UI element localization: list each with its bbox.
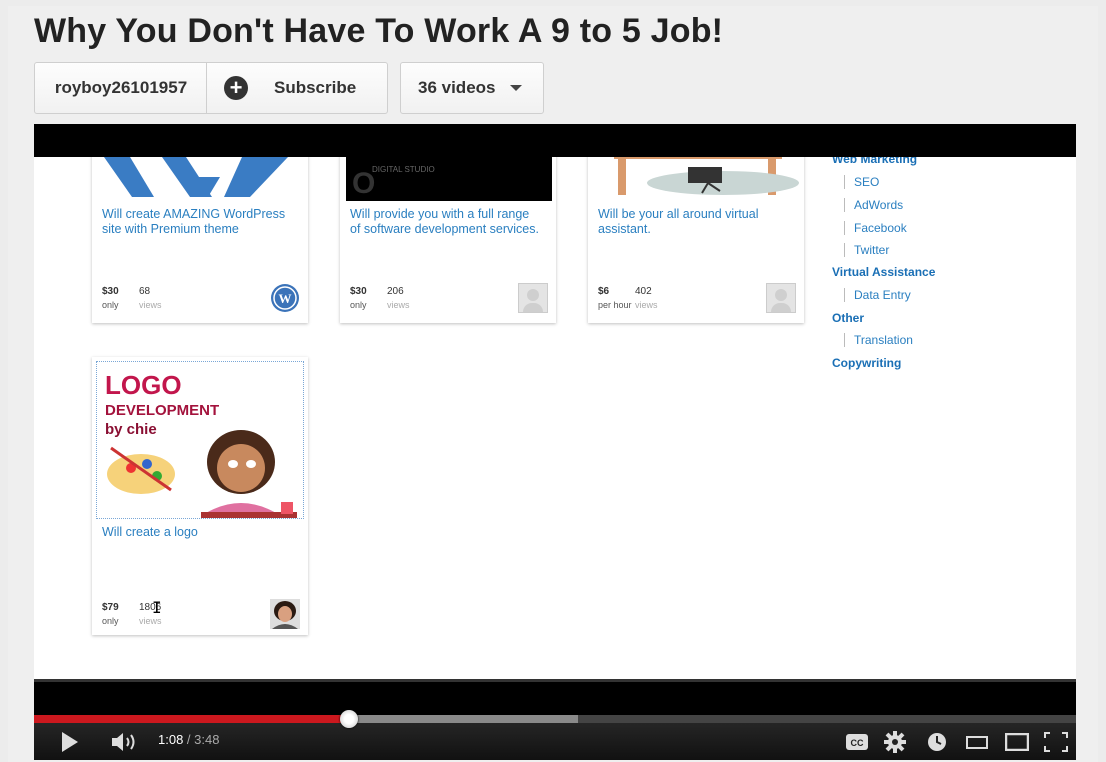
time-separator: / bbox=[183, 732, 195, 747]
gig-views: 68 bbox=[139, 286, 151, 297]
duration: 3:48 bbox=[194, 732, 220, 747]
gear-icon[interactable] bbox=[884, 731, 906, 753]
channel-name: royboy26101957 bbox=[54, 78, 188, 97]
video-letterbox bbox=[34, 679, 1076, 715]
video-player[interactable]: Will create AMAZING WordPress site with … bbox=[34, 124, 1076, 760]
gig-card: DIGITAL STUDIO O Will provide you with a… bbox=[340, 157, 556, 323]
artist-illustration bbox=[107, 430, 297, 518]
subcategory-facebook[interactable]: Facebook bbox=[844, 221, 907, 235]
gig-views-label: views bbox=[387, 300, 410, 310]
gig-views: 402 bbox=[635, 286, 652, 297]
subcategory-data-entry[interactable]: Data Entry bbox=[844, 288, 911, 302]
gig-card: Will create AMAZING WordPress site with … bbox=[92, 157, 308, 323]
logo-line-2: DEVELOPMENT bbox=[105, 402, 220, 419]
gig-price-unit: only bbox=[102, 616, 119, 626]
category-virtual-assistance[interactable]: Virtual Assistance bbox=[832, 265, 935, 279]
video-title: Why You Don't Have To Work A 9 to 5 Job! bbox=[34, 12, 724, 50]
videos-dropdown-button[interactable]: 36 videos bbox=[400, 62, 544, 114]
avatar-placeholder-icon bbox=[518, 283, 548, 313]
progress-bar[interactable] bbox=[34, 710, 1076, 728]
gig-price-unit: per hour bbox=[598, 300, 632, 310]
wordpress-thumbnail bbox=[92, 157, 308, 197]
category-other[interactable]: Other bbox=[832, 311, 864, 325]
gig-description[interactable]: Will provide you with a full range of so… bbox=[350, 207, 540, 237]
video-frame[interactable]: Will create AMAZING WordPress site with … bbox=[34, 157, 1076, 679]
category-web-marketing[interactable]: Web Marketing bbox=[832, 157, 917, 166]
volume-icon[interactable] bbox=[112, 732, 140, 752]
gig-price: $79 bbox=[102, 602, 119, 613]
channel-button[interactable]: royboy26101957 bbox=[34, 62, 208, 114]
digital-studio-thumbnail: DIGITAL STUDIO O bbox=[346, 157, 552, 201]
time-display: 1:08 / 3:48 bbox=[158, 732, 219, 747]
logo-thumbnail: LOGO DEVELOPMENT by chie bbox=[96, 361, 304, 519]
gig-views-label: views bbox=[139, 616, 162, 626]
current-time: 1:08 bbox=[158, 732, 184, 747]
progress-played bbox=[34, 715, 347, 723]
text-cursor-icon: I bbox=[152, 598, 162, 617]
gig-card: Will be your all around virtual assistan… bbox=[588, 157, 804, 323]
gig-description[interactable]: Will create AMAZING WordPress site with … bbox=[102, 207, 292, 237]
svg-text:W: W bbox=[279, 291, 292, 306]
videos-count-label: 36 videos bbox=[418, 78, 496, 97]
scrubber-handle[interactable] bbox=[339, 710, 358, 728]
svg-text:CC: CC bbox=[851, 738, 864, 748]
play-icon[interactable] bbox=[62, 732, 80, 752]
category-copywriting[interactable]: Copywriting bbox=[832, 356, 901, 370]
chevron-down-icon bbox=[509, 85, 522, 91]
plus-icon: + bbox=[224, 76, 248, 100]
subcategory-seo[interactable]: SEO bbox=[844, 175, 879, 189]
seller-avatar bbox=[270, 599, 300, 629]
desk-thumbnail bbox=[588, 157, 804, 197]
gig-price-unit: only bbox=[350, 300, 367, 310]
fullscreen-icon[interactable] bbox=[1044, 732, 1068, 752]
wordpress-logo-icon: W bbox=[271, 284, 299, 312]
subcategory-adwords[interactable]: AdWords bbox=[844, 198, 903, 212]
gig-description[interactable]: Will create a logo bbox=[102, 525, 292, 540]
player-controls: 1:08 / 3:48 CC bbox=[34, 710, 1076, 760]
large-player-icon[interactable] bbox=[1005, 733, 1029, 751]
gig-price: $30 bbox=[350, 286, 367, 297]
subcategory-translation[interactable]: Translation bbox=[844, 333, 913, 347]
player-top-bar bbox=[34, 124, 1076, 157]
thumb-decoration: O bbox=[352, 167, 376, 200]
gig-price: $30 bbox=[102, 286, 119, 297]
gig-description[interactable]: Will be your all around virtual assistan… bbox=[598, 207, 788, 237]
gig-views-label: views bbox=[635, 300, 658, 310]
gig-views-label: views bbox=[139, 300, 162, 310]
avatar-placeholder-icon bbox=[766, 283, 796, 313]
gig-card: LOGO DEVELOPMENT by chie Will create a l… bbox=[92, 357, 308, 635]
gig-price: $6 bbox=[598, 286, 610, 297]
gig-price-unit: only bbox=[102, 300, 119, 310]
clock-icon[interactable] bbox=[927, 732, 947, 752]
thumb-text: DIGITAL STUDIO bbox=[372, 165, 435, 174]
logo-line-1: LOGO bbox=[105, 370, 182, 400]
captions-icon[interactable]: CC bbox=[846, 734, 868, 750]
subscribe-label: Subscribe bbox=[274, 78, 357, 97]
subscribe-button[interactable]: + Subscribe bbox=[206, 62, 388, 114]
subcategory-twitter[interactable]: Twitter bbox=[844, 243, 889, 257]
gig-views: 206 bbox=[387, 286, 404, 297]
small-player-icon[interactable] bbox=[966, 734, 988, 750]
